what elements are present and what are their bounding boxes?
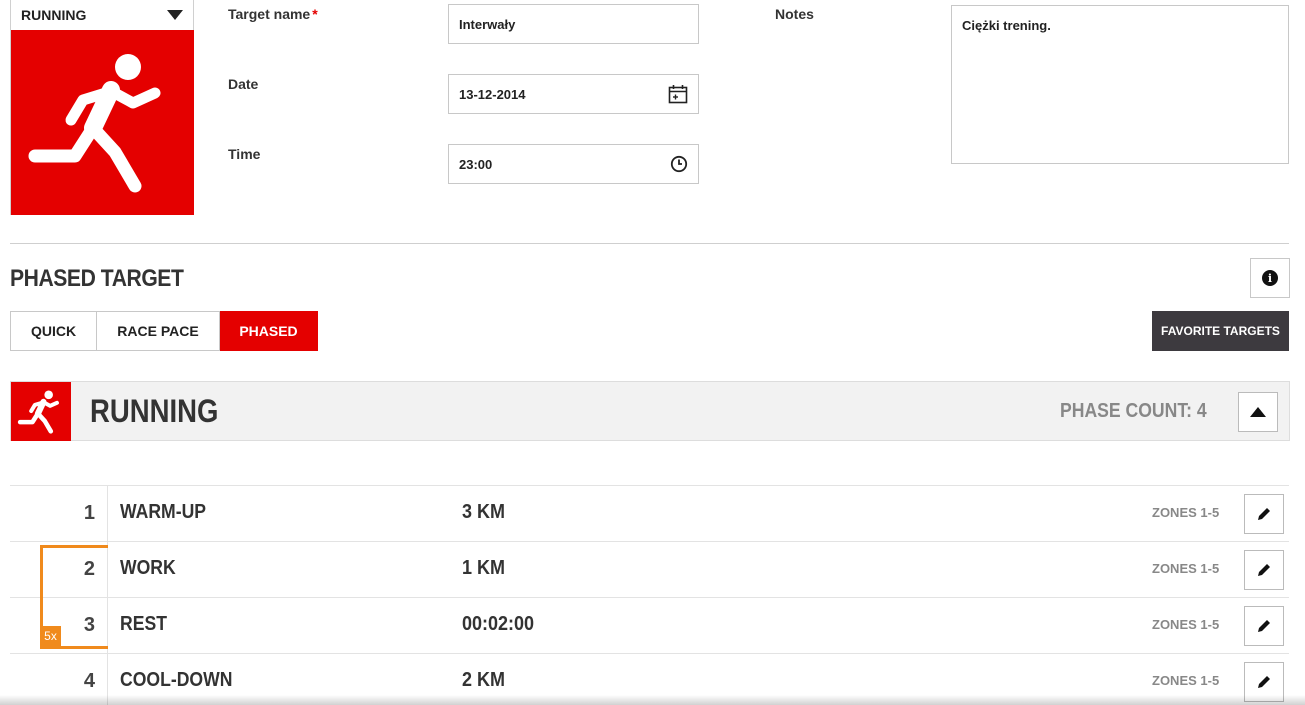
- target-name-label: Target name *: [228, 6, 318, 22]
- favorite-targets-button[interactable]: FAVORITE TARGETS: [1152, 311, 1289, 351]
- target-name-input[interactable]: Interwały: [448, 4, 699, 44]
- date-input[interactable]: 13-12-2014: [448, 74, 699, 114]
- phase-name: WORK: [120, 557, 176, 579]
- notes-value: Ciężki trening.: [962, 18, 1051, 33]
- caret-down-icon: [167, 10, 183, 20]
- calendar-icon[interactable]: [668, 84, 688, 104]
- phase-value: 2 KM: [462, 669, 506, 691]
- phases-panel-header: RUNNING PHASE COUNT: 4: [10, 381, 1290, 441]
- phase-row: 3 REST 00:02:00 ZONES 1-5: [10, 597, 1289, 653]
- phase-zones: ZONES 1-5: [1152, 673, 1220, 688]
- section-title: PHASED TARGET: [10, 265, 184, 292]
- phase-zones: ZONES 1-5: [1152, 505, 1220, 520]
- collapse-button[interactable]: [1238, 392, 1278, 432]
- pencil-icon: [1258, 676, 1270, 688]
- required-mark: *: [312, 6, 318, 22]
- repeat-count-badge[interactable]: 5x: [40, 626, 61, 646]
- sport-select-dropdown[interactable]: RUNNING: [11, 0, 193, 30]
- phase-value: 1 KM: [462, 557, 506, 579]
- target-name-value: Interwały: [459, 16, 516, 32]
- tab-race-pace[interactable]: RACE PACE: [97, 311, 220, 351]
- phase-row: 1 WARM-UP 3 KM ZONES 1-5: [10, 485, 1289, 541]
- pencil-icon: [1258, 564, 1270, 576]
- section-divider: [10, 243, 1289, 244]
- phase-value: 00:02:00: [462, 613, 535, 635]
- sport-badge: [11, 382, 71, 441]
- target-name-label-text: Target name: [228, 6, 311, 22]
- target-type-tabs: QUICK RACE PACE PHASED: [10, 311, 318, 351]
- phase-zones: ZONES 1-5: [1152, 561, 1220, 576]
- edit-phase-button[interactable]: [1244, 550, 1284, 590]
- sport-selector[interactable]: RUNNING: [10, 0, 194, 215]
- sport-select-value: RUNNING: [21, 7, 87, 23]
- phase-name: REST: [120, 613, 167, 635]
- notes-label: Notes: [775, 6, 814, 22]
- phase-number: 1: [10, 486, 108, 541]
- pencil-icon: [1258, 508, 1270, 520]
- clock-icon[interactable]: [670, 155, 688, 173]
- bottom-shadow: [0, 695, 1305, 705]
- phase-zones: ZONES 1-5: [1152, 617, 1220, 632]
- notes-textarea[interactable]: Ciężki trening.: [951, 5, 1289, 164]
- phase-list: 1 WARM-UP 3 KM ZONES 1-5 2 WORK 1 KM ZON…: [10, 485, 1289, 705]
- time-label: Time: [228, 146, 261, 162]
- pencil-icon: [1258, 620, 1270, 632]
- info-icon: i: [1262, 270, 1278, 286]
- date-label: Date: [228, 76, 259, 92]
- info-button[interactable]: i: [1250, 258, 1290, 298]
- running-person-icon: [28, 53, 160, 192]
- sport-image: [11, 30, 194, 215]
- running-person-icon: [17, 390, 59, 434]
- edit-phase-button[interactable]: [1244, 494, 1284, 534]
- phase-name: WARM-UP: [120, 501, 207, 523]
- phases-sport-title: RUNNING: [90, 393, 219, 429]
- phase-row: 2 WORK 1 KM ZONES 1-5: [10, 541, 1289, 597]
- date-value: 13-12-2014: [459, 86, 526, 102]
- chevron-up-icon: [1250, 407, 1266, 417]
- phase-value: 3 KM: [462, 501, 506, 523]
- tab-phased[interactable]: PHASED: [220, 311, 318, 351]
- phase-name: COOL-DOWN: [120, 669, 233, 691]
- phase-count: PHASE COUNT: 4: [1060, 400, 1207, 422]
- time-value: 23:00: [459, 156, 493, 172]
- edit-phase-button[interactable]: [1244, 606, 1284, 646]
- tab-quick[interactable]: QUICK: [10, 311, 97, 351]
- time-input[interactable]: 23:00: [448, 144, 699, 184]
